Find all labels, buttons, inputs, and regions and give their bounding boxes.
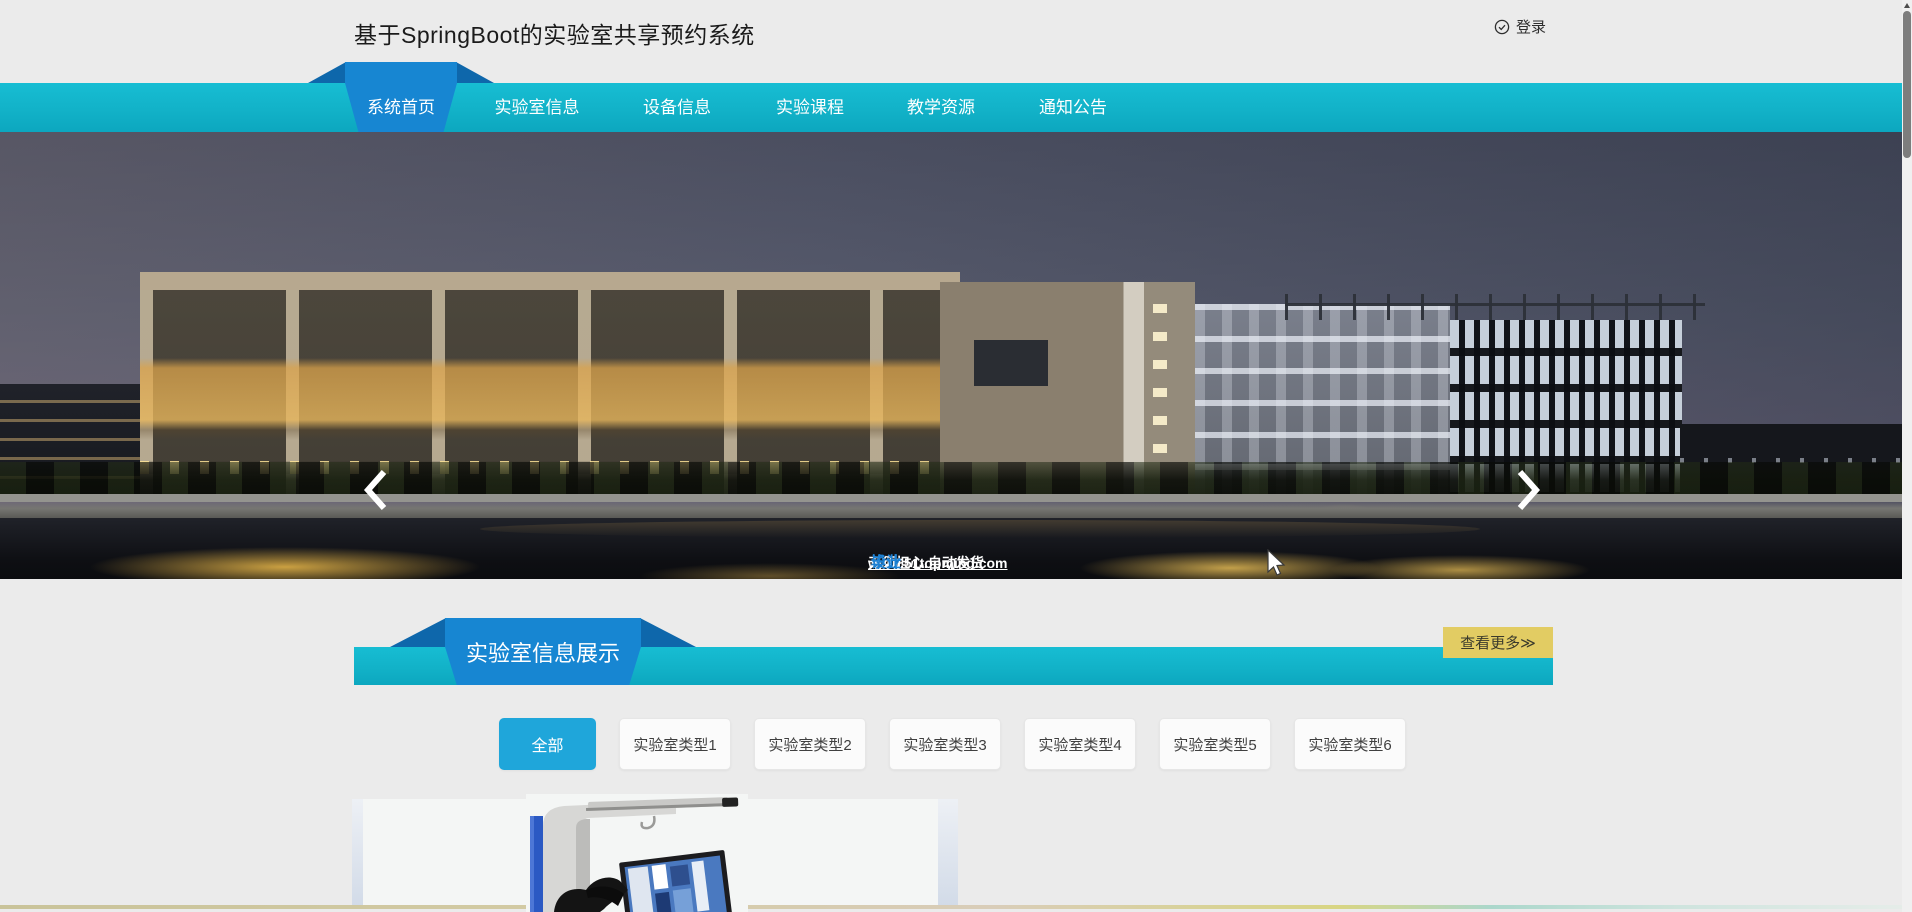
scrollbar-thumb[interactable] <box>1903 11 1911 158</box>
filter-type2-button[interactable]: 实验室类型2 <box>754 718 866 770</box>
filter-type5-button[interactable]: 实验室类型5 <box>1159 718 1271 770</box>
lab-equipment-image <box>526 794 748 912</box>
nav-item-home[interactable]: 系统首页 <box>367 83 435 132</box>
nav-item-courses[interactable]: 实验课程 <box>776 83 844 132</box>
filter-type6-button[interactable]: 实验室类型6 <box>1294 718 1406 770</box>
nav-item-resources[interactable]: 教学资源 <box>907 83 975 132</box>
scrollbar[interactable] <box>1902 0 1912 912</box>
nav-item-notices[interactable]: 通知公告 <box>1039 83 1107 132</box>
building-roof-frame <box>1285 294 1705 320</box>
page: 基于SpringBoot的实验室共享预约系统 登录 系统首页 实验室信息 设备信… <box>0 0 1912 912</box>
card-edge-left <box>352 799 363 906</box>
embankment <box>0 494 1912 520</box>
filter-type4-button[interactable]: 实验室类型4 <box>1024 718 1136 770</box>
nav-item-devices[interactable]: 设备信息 <box>643 83 711 132</box>
login-button[interactable]: 登录 <box>1494 16 1546 37</box>
card-edge-right <box>938 799 958 906</box>
lab-section-title: 实验室信息展示 <box>445 618 641 685</box>
login-icon <box>1494 19 1510 35</box>
scroll-up-icon[interactable] <box>1904 3 1910 8</box>
carousel-next-icon[interactable] <box>1516 468 1542 512</box>
filter-all-button[interactable]: 全部 <box>499 718 596 770</box>
nav-item-labs[interactable]: 实验室信息 <box>495 83 580 132</box>
main-navbar: 系统首页 实验室信息 设备信息 实验课程 教学资源 通知公告 <box>0 83 1902 132</box>
filter-type1-button[interactable]: 实验室类型1 <box>619 718 731 770</box>
login-label: 登录 <box>1516 16 1546 37</box>
bottom-divider <box>0 905 1912 909</box>
lab-section-bar: 实验室信息展示 <box>354 647 1553 685</box>
filter-type3-button[interactable]: 实验室类型3 <box>889 718 1001 770</box>
lab-section-ribbon: 实验室信息展示 <box>445 618 641 685</box>
view-more-button[interactable]: 查看更多≫ <box>1443 627 1553 658</box>
carousel-prev-icon[interactable] <box>362 468 388 512</box>
hero-carousel: 无须担心.自动发货 www.51topmind.com 毕业 设计 <box>0 132 1912 579</box>
lab-type-filters: 全部 实验室类型1 实验室类型2 实验室类型3 实验室类型4 实验室类型5 实验… <box>499 718 1406 770</box>
page-title: 基于SpringBoot的实验室共享预约系统 <box>354 16 755 50</box>
